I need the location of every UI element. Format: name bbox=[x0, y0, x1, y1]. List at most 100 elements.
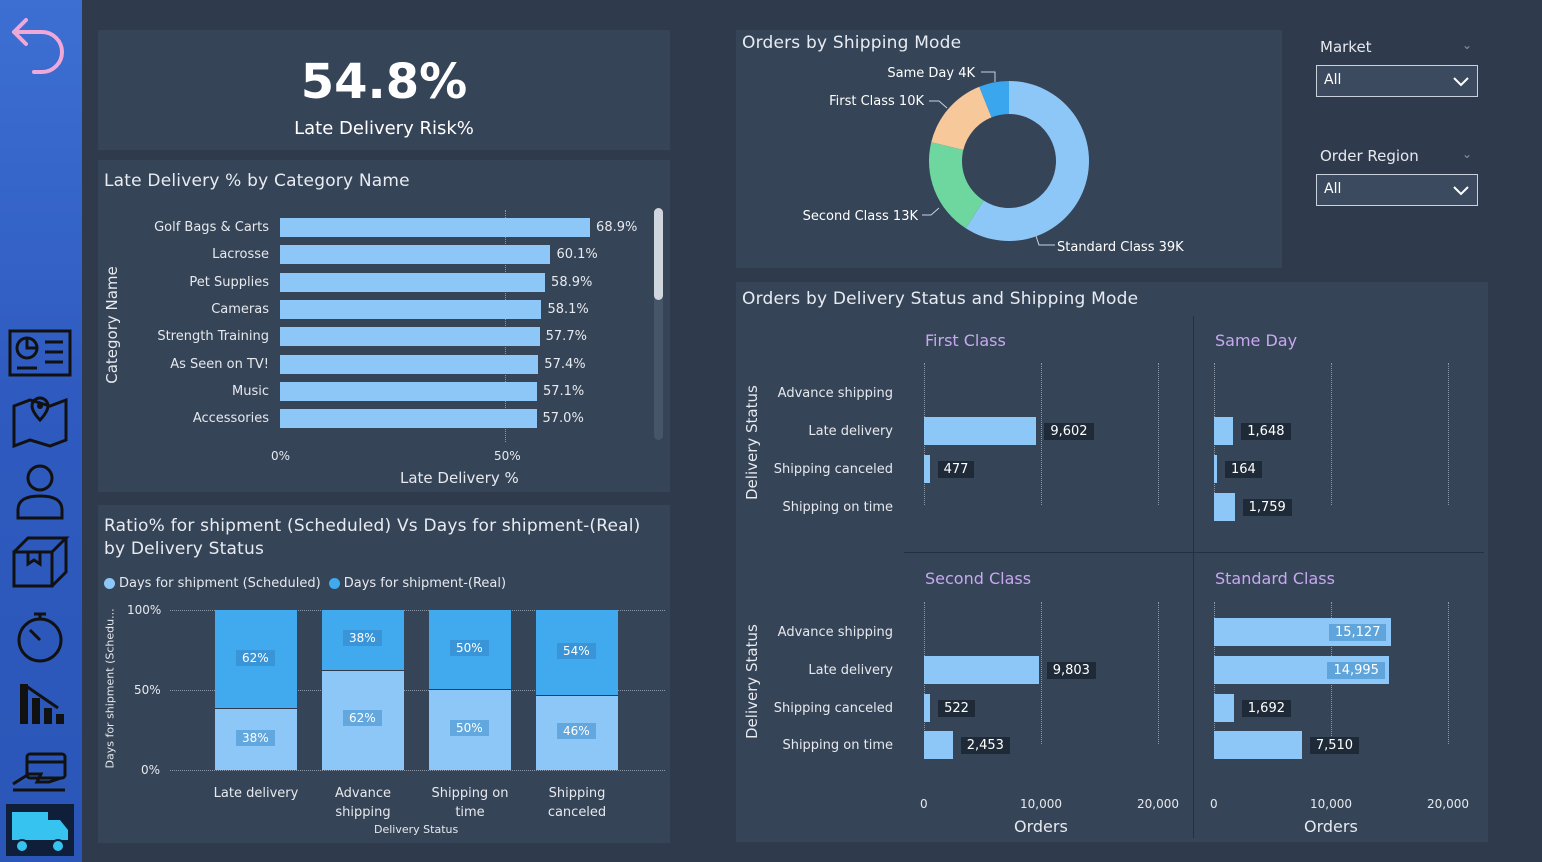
multiple-gridline bbox=[1331, 363, 1332, 505]
chevron-down-icon bbox=[1453, 77, 1469, 87]
multiple-data-label: 7,510 bbox=[1309, 737, 1360, 754]
multiple-title: Second Class bbox=[925, 569, 1032, 588]
multiple-data-label: 522 bbox=[938, 700, 975, 717]
status-label: Advance shipping bbox=[777, 625, 893, 640]
category-label: Golf Bags & Carts bbox=[154, 220, 269, 235]
region-slicer[interactable]: All bbox=[1316, 174, 1478, 206]
multiples-x-tick-left-20000: 20,000 bbox=[1137, 797, 1179, 811]
bar-chart-icon[interactable] bbox=[6, 678, 74, 726]
multiple-data-label: 477 bbox=[937, 461, 975, 478]
multiples-x-tick-right-20000: 20,000 bbox=[1427, 797, 1469, 811]
payment-card-icon[interactable] bbox=[6, 748, 74, 794]
category-data-label: 57.0% bbox=[542, 411, 584, 427]
donut-slice[interactable] bbox=[931, 86, 992, 150]
ratio-y-tick-0: 0% bbox=[141, 763, 161, 777]
stopwatch-icon[interactable] bbox=[6, 608, 74, 664]
multiple-bar bbox=[924, 731, 953, 759]
multiple-data-label: 2,453 bbox=[960, 737, 1010, 754]
multiple-data-label: 9,602 bbox=[1044, 423, 1094, 440]
ratio-chart-title-line1: Ratio% for shipment (Scheduled) Vs Days … bbox=[104, 516, 641, 536]
multiple-bar bbox=[1214, 731, 1302, 759]
market-slicer-collapse-icon[interactable]: ⌄ bbox=[1462, 38, 1472, 52]
ratio-y-tick-100: 100% bbox=[127, 603, 162, 617]
multiples-x-tick-left-0: 0 bbox=[920, 797, 928, 811]
ratio-label-real: 50% bbox=[450, 640, 489, 656]
multiple-data-label: 9,803 bbox=[1046, 662, 1096, 679]
small-multiples-title: Orders by Delivery Status and Shipping M… bbox=[742, 289, 1139, 309]
multiple-gridline bbox=[1448, 602, 1449, 744]
category-x-tick-50: 50% bbox=[494, 449, 521, 463]
status-label: Shipping canceled bbox=[773, 701, 893, 716]
ratio-y-axis-label: Days for shipment (Schedu... bbox=[103, 608, 117, 769]
category-label: Lacrosse bbox=[212, 247, 269, 263]
category-data-label: 57.4% bbox=[544, 356, 586, 372]
market-slicer[interactable]: All bbox=[1316, 65, 1478, 97]
ratio-x-label: Shipping bbox=[548, 786, 606, 801]
sidebar bbox=[0, 0, 82, 862]
kpi-card: 54.8% Late Delivery Risk% bbox=[98, 30, 670, 150]
status-label: Late delivery bbox=[808, 424, 893, 439]
ratio-x-label: Advance bbox=[335, 786, 391, 801]
legend-scheduled-label: Days for shipment (Scheduled) bbox=[119, 576, 321, 591]
multiple-data-label: 15,127 bbox=[1328, 624, 1387, 641]
donut-slice-label: Same Day 4K bbox=[887, 66, 975, 81]
category-label: Music bbox=[232, 383, 269, 399]
shipping-mode-donut: Standard Class 39K Second Class 13K First … bbox=[803, 66, 1185, 255]
category-y-axis-label: Category Name bbox=[103, 266, 121, 384]
kpi-label: Late Delivery Risk% bbox=[294, 118, 474, 139]
ratio-x-label: Shipping on bbox=[431, 786, 509, 801]
ratio-x-label: Late delivery bbox=[213, 786, 299, 801]
multiple-data-label: 1,759 bbox=[1242, 499, 1292, 516]
ratio-gridline bbox=[170, 770, 665, 771]
delivery-truck-icon[interactable] bbox=[6, 804, 74, 856]
category-data-label: 57.7% bbox=[545, 329, 587, 345]
donut-leader-line bbox=[922, 207, 940, 216]
category-scrollbar[interactable] bbox=[654, 208, 663, 440]
category-label: As Seen on TV! bbox=[170, 356, 269, 372]
multiples-x-axis-label-right: Orders bbox=[1304, 817, 1358, 836]
status-label: Shipping on time bbox=[782, 738, 893, 753]
ratio-x-label: canceled bbox=[547, 805, 607, 820]
product-box-icon[interactable] bbox=[6, 532, 74, 590]
category-bar bbox=[280, 354, 539, 374]
status-label: Late delivery bbox=[808, 663, 893, 678]
category-scrollbar-thumb[interactable] bbox=[654, 208, 663, 300]
category-data-label: 58.9% bbox=[551, 274, 593, 290]
category-chart-panel bbox=[98, 160, 670, 492]
category-chart-title: Late Delivery % by Category Name bbox=[104, 171, 410, 191]
legend-real-dot bbox=[328, 578, 340, 589]
multiple-bar bbox=[924, 656, 1039, 684]
status-label: Advance shipping bbox=[777, 386, 893, 401]
multiple-title: Same Day bbox=[1215, 331, 1298, 350]
small-multiples-panel bbox=[736, 282, 1488, 842]
region-slicer-value: All bbox=[1324, 181, 1342, 197]
ratio-x-label: time bbox=[455, 805, 485, 820]
multiples-x-tick-right-0: 0 bbox=[1210, 797, 1218, 811]
donut-leader-line bbox=[929, 100, 948, 109]
multiple-gridline bbox=[1158, 602, 1159, 744]
back-arrow-icon[interactable] bbox=[2, 12, 70, 76]
multiples-x-axis-label-left: Orders bbox=[1014, 817, 1068, 836]
category-label: Cameras bbox=[211, 301, 269, 317]
multiple-gridline bbox=[1448, 363, 1449, 505]
customer-icon[interactable] bbox=[6, 462, 74, 520]
multiples-x-tick-left-10000: 10,000 bbox=[1020, 797, 1062, 811]
donut-slice-label: Second Class 13K bbox=[803, 209, 919, 224]
multiple-data-label: 164 bbox=[1225, 461, 1262, 478]
multiples-divider-vertical bbox=[1193, 316, 1194, 838]
legend-real-label: Days for shipment-(Real) bbox=[343, 576, 507, 591]
multiple-bar bbox=[924, 694, 931, 722]
category-bar bbox=[280, 409, 537, 429]
dashboard-report-icon[interactable] bbox=[6, 328, 74, 380]
region-slicer-collapse-icon[interactable]: ⌄ bbox=[1462, 147, 1472, 161]
chevron-down-icon bbox=[1453, 186, 1469, 196]
multiple-bar bbox=[1214, 455, 1217, 483]
market-slicer-label: Market bbox=[1320, 38, 1372, 56]
ratio-chart-title-line2: by Delivery Status bbox=[104, 539, 264, 559]
multiples-divider-horizontal bbox=[904, 552, 1484, 553]
category-x-tick-0: 0% bbox=[271, 449, 291, 463]
category-data-label: 60.1% bbox=[556, 247, 598, 263]
category-label: Accessories bbox=[192, 411, 269, 427]
ratio-label-scheduled: 38% bbox=[236, 729, 275, 746]
map-icon[interactable] bbox=[6, 392, 74, 448]
